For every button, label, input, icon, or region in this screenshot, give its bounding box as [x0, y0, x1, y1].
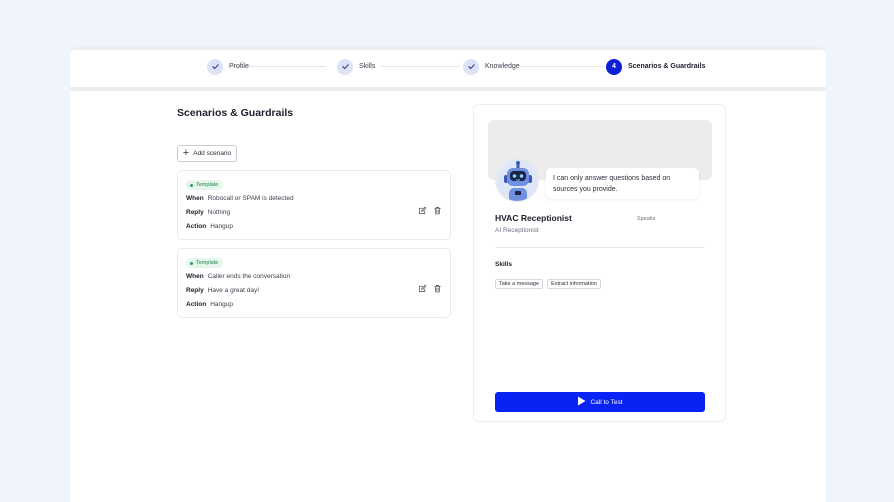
badge-label: Template [196, 260, 219, 266]
check-icon [463, 58, 479, 75]
action-label: Action [186, 223, 207, 230]
reply-label: Reply [186, 287, 204, 294]
template-badge: Template [186, 258, 224, 268]
edit-icon[interactable] [418, 280, 427, 298]
skills-heading: Skills [495, 261, 512, 268]
when-value: Caller ends the conversation [207, 273, 291, 280]
scenario-action-row: Action Hangup [186, 301, 233, 308]
scenario-reply-row: Reply Have a great day! [186, 287, 259, 294]
progress-stepper: Profile Skills Knowledge 4 Scenarios & G… [70, 50, 826, 87]
agent-preview-panel: I can only answer questions based on sou… [473, 104, 726, 422]
add-scenario-button[interactable]: + Add scenario [177, 145, 237, 162]
uk-flag-icon [637, 226, 644, 232]
plus-icon: + [182, 147, 190, 159]
reply-value: Have a great day! [207, 287, 260, 294]
step-label: Scenarios & Guardrails [628, 63, 706, 70]
scenario-action-row: Action Hangup [186, 223, 233, 230]
edit-icon[interactable] [418, 202, 427, 220]
step-profile[interactable]: Profile [207, 58, 249, 75]
when-value: Robocall or SPAM is detected [207, 195, 294, 202]
reply-value: Nothing [207, 209, 231, 216]
step-label: Skills [359, 63, 376, 70]
page-title: Scenarios & Guardrails [177, 107, 294, 119]
skills-list: Take a message Extract information [495, 279, 601, 289]
step-number: 4 [606, 58, 622, 75]
robot-avatar-icon [495, 158, 539, 202]
step-connector [520, 66, 604, 67]
skill-chip: Take a message [495, 279, 544, 289]
skill-chip: Extract information [547, 279, 601, 289]
action-value: Hangup [210, 301, 234, 308]
status-dot [190, 183, 193, 187]
scenario-card: Template When Robocall or SPAM is detect… [177, 170, 451, 240]
wizard-window: Profile Skills Knowledge 4 Scenarios & G… [70, 46, 826, 502]
add-scenario-label: Add scenario [193, 150, 232, 157]
check-icon [207, 58, 223, 75]
step-label: Knowledge [485, 63, 520, 70]
when-label: When [186, 195, 204, 202]
template-badge: Template [186, 180, 224, 190]
badge-label: Template [196, 182, 219, 188]
action-value: Hangup [210, 223, 234, 230]
reply-label: Reply [186, 209, 204, 216]
call-to-test-button[interactable]: Call to Test [495, 392, 705, 412]
action-label: Action [186, 301, 207, 308]
step-knowledge[interactable]: Knowledge [463, 58, 520, 75]
stepper-divider [70, 87, 826, 91]
step-connector [380, 66, 460, 67]
trash-icon[interactable] [433, 280, 442, 298]
card-actions [418, 202, 442, 220]
panel-divider [495, 247, 705, 248]
card-actions [418, 280, 442, 298]
check-icon [337, 58, 353, 75]
agent-name: HVAC Receptionist [495, 213, 572, 223]
scenario-when-row: When Caller ends the conversation [186, 273, 290, 280]
status-dot [190, 261, 193, 265]
agent-message-bubble: I can only answer questions based on sou… [546, 168, 699, 199]
step-skills[interactable]: Skills [337, 58, 375, 75]
play-icon [577, 393, 586, 411]
when-label: When [186, 273, 204, 280]
call-to-test-label: Call to Test [590, 398, 623, 406]
scenario-reply-row: Reply Nothing [186, 209, 230, 216]
step-scenarios-guardrails[interactable]: 4 Scenarios & Guardrails [606, 58, 705, 75]
speaks-label: Speaks [637, 216, 656, 222]
trash-icon[interactable] [433, 202, 442, 220]
agent-role: AI Receptionist [495, 227, 539, 234]
scenario-when-row: When Robocall or SPAM is detected [186, 195, 294, 202]
scenario-card: Template When Caller ends the conversati… [177, 248, 451, 318]
step-label: Profile [229, 63, 249, 70]
